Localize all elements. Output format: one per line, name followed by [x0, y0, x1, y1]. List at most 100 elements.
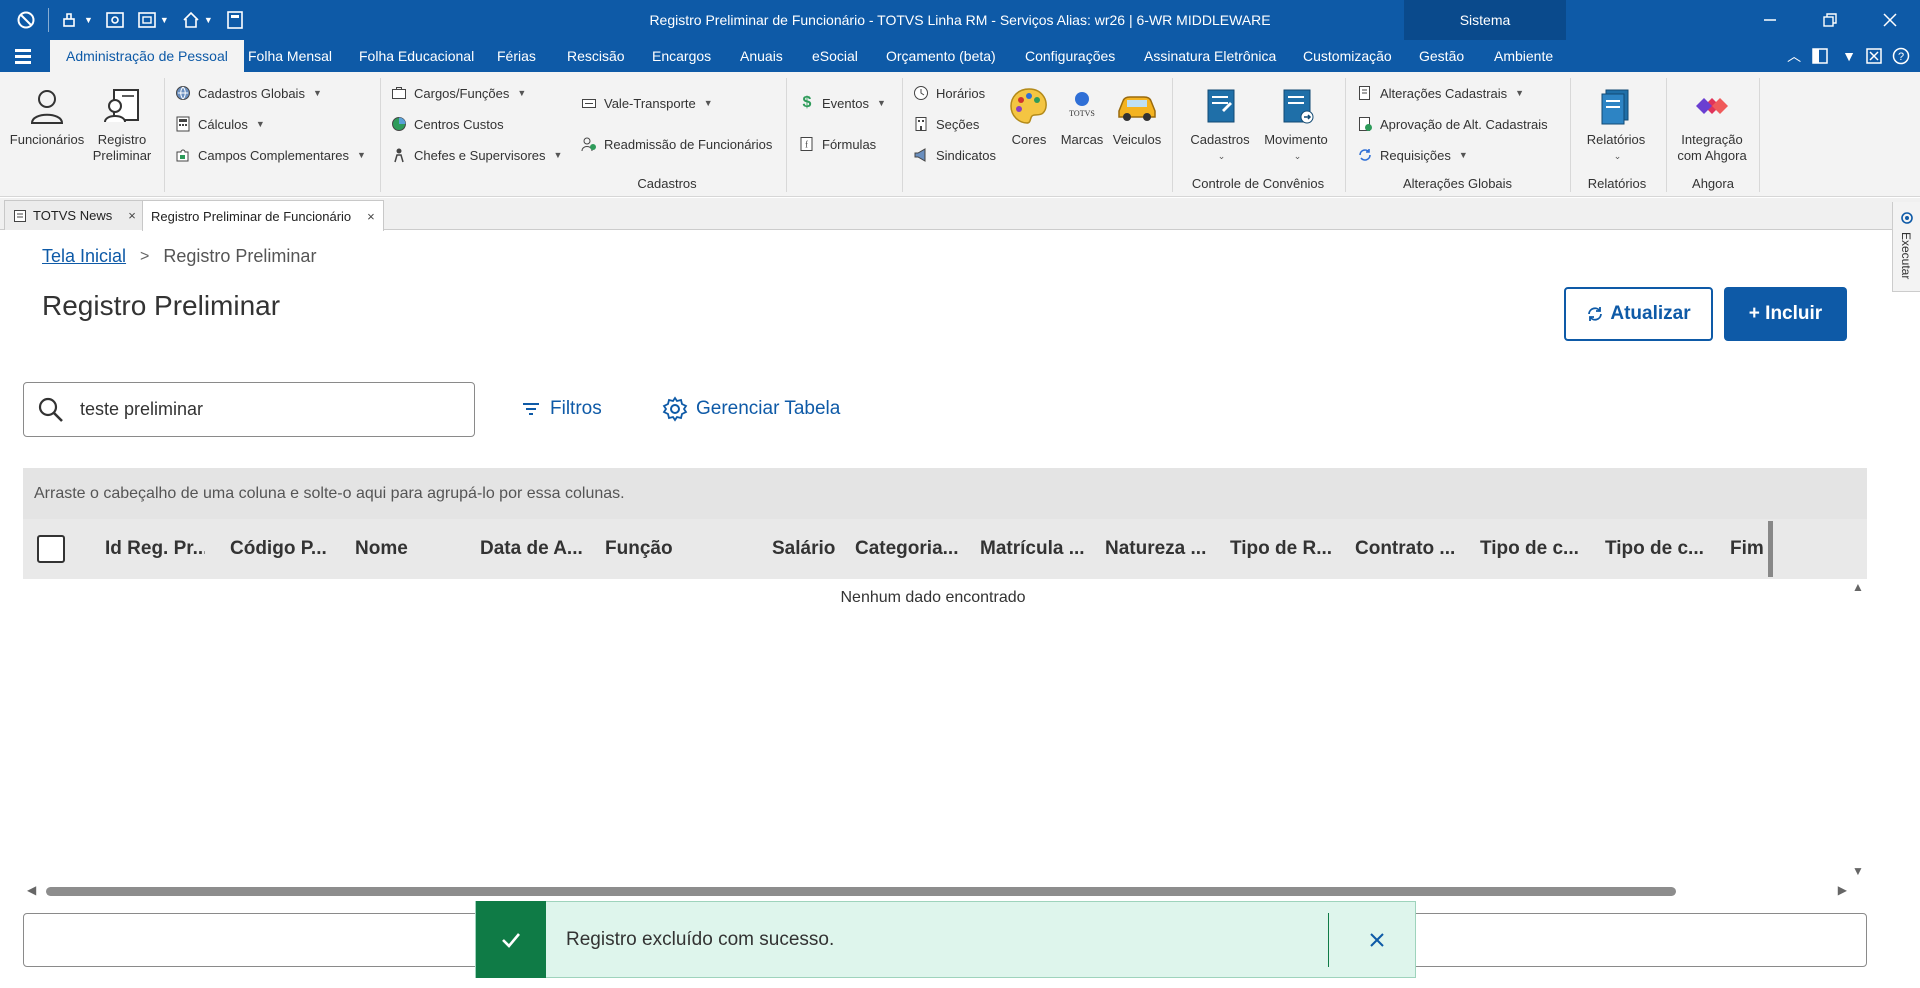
integracao-ahgora-button[interactable]: Integração com Ahgora [1672, 84, 1752, 164]
column-header[interactable]: Natureza ... [1105, 519, 1215, 579]
minimize-button[interactable] [1740, 0, 1800, 40]
qa-window-button[interactable]: ▼ [131, 0, 175, 40]
cadastros-globais-button[interactable]: Cadastros Globais ▼ [174, 82, 322, 104]
funcionarios-button[interactable]: Funcionários [8, 84, 86, 148]
tab-ferias[interactable]: Férias [481, 40, 552, 72]
tab-ambiente[interactable]: Ambiente [1478, 40, 1569, 72]
qa-calc-button[interactable] [219, 0, 251, 40]
divider [1172, 78, 1173, 192]
close-box-icon[interactable] [1866, 48, 1882, 64]
tab-customizacao[interactable]: Customização [1287, 40, 1408, 72]
column-header[interactable]: Tipo de c... [1480, 519, 1590, 579]
group-label-ahgora: Ahgora [1692, 176, 1734, 191]
sistema-tab[interactable]: Sistema [1404, 0, 1566, 40]
column-header[interactable]: Id Reg. Pr... [105, 519, 205, 579]
tab-rescisao[interactable]: Rescisão [551, 40, 641, 72]
doctab-registro-preliminar[interactable]: Registro Preliminar de Funcionário × [142, 200, 384, 231]
scroll-left-arrow[interactable]: ◀ [27, 883, 36, 897]
tab-administracao-pessoal[interactable]: Administração de Pessoal [50, 40, 244, 72]
tab-gestao[interactable]: Gestão [1403, 40, 1480, 72]
chevron-right-icon: > [140, 247, 150, 265]
calculos-button[interactable]: Cálculos ▼ [174, 113, 265, 135]
marcas-button[interactable]: TOTVS Marcas [1058, 84, 1106, 148]
cores-label: Cores [1011, 132, 1047, 147]
tab-assinatura-eletronica[interactable]: Assinatura Eletrônica [1128, 40, 1292, 72]
horarios-button[interactable]: Horários [912, 82, 985, 104]
menu-icon[interactable] [12, 46, 34, 66]
column-header[interactable]: Tipo de c... [1605, 519, 1715, 579]
restore-button[interactable] [1800, 0, 1860, 40]
tab-folha-educacional[interactable]: Folha Educacional [343, 40, 490, 72]
sindicatos-button[interactable]: Sindicatos [912, 144, 996, 166]
select-all-checkbox[interactable] [37, 535, 65, 563]
column-header[interactable]: Matrícula ... [980, 519, 1090, 579]
manage-table-button[interactable]: Gerenciar Tabela [662, 394, 840, 424]
column-header[interactable]: Data de A... [480, 519, 590, 579]
breadcrumb-home-link[interactable]: Tela Inicial [42, 246, 126, 267]
close-window-button[interactable] [1860, 0, 1920, 40]
doctab-totvs-news[interactable]: TOTVS News × [4, 200, 145, 230]
column-header[interactable]: Função [605, 519, 705, 579]
column-header[interactable]: Código P... [230, 519, 330, 579]
qa-view-button[interactable] [99, 0, 131, 40]
report-icon [1601, 89, 1629, 125]
column-header[interactable]: Categoria... [855, 519, 965, 579]
centros-custos-button[interactable]: Centros Custos [390, 113, 504, 135]
scrollbar-thumb[interactable] [46, 887, 1676, 896]
alteracoes-cadastrais-button[interactable]: Alterações Cadastrais ▼ [1356, 82, 1524, 104]
divider [902, 78, 903, 192]
chevron-down-icon[interactable]: ▼ [1842, 48, 1856, 64]
qa-home-button[interactable]: ▼ [175, 0, 219, 40]
side-panel-executar[interactable]: Executar [1892, 202, 1920, 292]
movimento-button[interactable]: Movimento ⌄ [1258, 84, 1334, 164]
collapse-ribbon-icon[interactable]: ︿ [1787, 46, 1801, 66]
notebook-arrow-icon [1283, 89, 1314, 124]
search-input[interactable]: teste preliminar [23, 382, 475, 437]
tab-esocial[interactable]: eSocial [796, 40, 874, 72]
qa-tools-button[interactable]: ▼ [55, 0, 99, 40]
cores-button[interactable]: Cores [1004, 84, 1054, 148]
secoes-button[interactable]: Seções [912, 113, 979, 135]
column-header[interactable]: Nome [355, 519, 455, 579]
refresh-button[interactable]: Atualizar [1564, 287, 1713, 341]
tab-configuracoes[interactable]: Configurações [1009, 40, 1131, 72]
chefes-supervisores-button[interactable]: Chefes e Supervisores ▼ [390, 144, 562, 166]
vale-transporte-button[interactable]: Vale-Transporte ▼ [580, 92, 713, 114]
cargos-funcoes-button[interactable]: Cargos/Funções ▼ [390, 82, 526, 104]
tab-folha-mensal[interactable]: Folha Mensal [232, 40, 348, 72]
toast-close-button[interactable] [1357, 920, 1397, 960]
close-tab-icon[interactable]: × [128, 208, 136, 223]
empty-message: Nenhum dado encontrado [840, 589, 1026, 606]
close-tab-icon[interactable]: × [367, 209, 375, 224]
header-resize-handle[interactable] [1768, 521, 1773, 577]
relatorios-button[interactable]: Relatórios ⌄ [1578, 84, 1654, 164]
formulas-button[interactable]: f Fórmulas [798, 133, 876, 155]
registro-preliminar-button[interactable]: Registro Preliminar [88, 84, 156, 164]
clock-icon [914, 86, 928, 100]
app-menu-button[interactable] [10, 0, 42, 40]
column-header[interactable]: Contrato ... [1355, 519, 1465, 579]
cadastros-convenios-button[interactable]: Cadastros ⌄ [1182, 84, 1258, 164]
tab-anuais[interactable]: Anuais [724, 40, 799, 72]
layout-icon[interactable] [1811, 47, 1829, 65]
requisicoes-button[interactable]: Requisições ▼ [1356, 144, 1468, 166]
readmissao-button[interactable]: Readmissão de Funcionários [580, 133, 772, 155]
page-title: Registro Preliminar [42, 290, 281, 321]
tab-encargos[interactable]: Encargos [636, 40, 727, 72]
column-header[interactable]: Fim d [1730, 519, 1773, 579]
filters-button[interactable]: Filtros [520, 394, 602, 424]
horizontal-scrollbar[interactable]: ◀ ▶ [23, 883, 1867, 899]
ahgora-logo-icon [1696, 98, 1728, 114]
scroll-up-arrow[interactable]: ▲ [1852, 580, 1864, 594]
add-button[interactable]: + Incluir [1724, 287, 1847, 341]
veiculos-button[interactable]: Veiculos [1110, 84, 1164, 148]
help-icon[interactable]: ? [1892, 47, 1910, 65]
aprovacao-alt-button[interactable]: Aprovação de Alt. Cadastrais [1356, 113, 1548, 135]
scroll-down-arrow[interactable]: ▼ [1852, 864, 1864, 878]
scroll-right-arrow[interactable]: ▶ [1838, 883, 1847, 897]
tab-orcamento[interactable]: Orçamento (beta) [870, 40, 1012, 72]
campos-complementares-button[interactable]: Campos Complementares ▼ [174, 144, 366, 166]
eventos-button[interactable]: $ Eventos ▼ [798, 92, 886, 114]
column-header[interactable]: Tipo de R... [1230, 519, 1340, 579]
group-drop-zone[interactable]: Arraste o cabeçalho de uma coluna e solt… [23, 468, 1867, 519]
